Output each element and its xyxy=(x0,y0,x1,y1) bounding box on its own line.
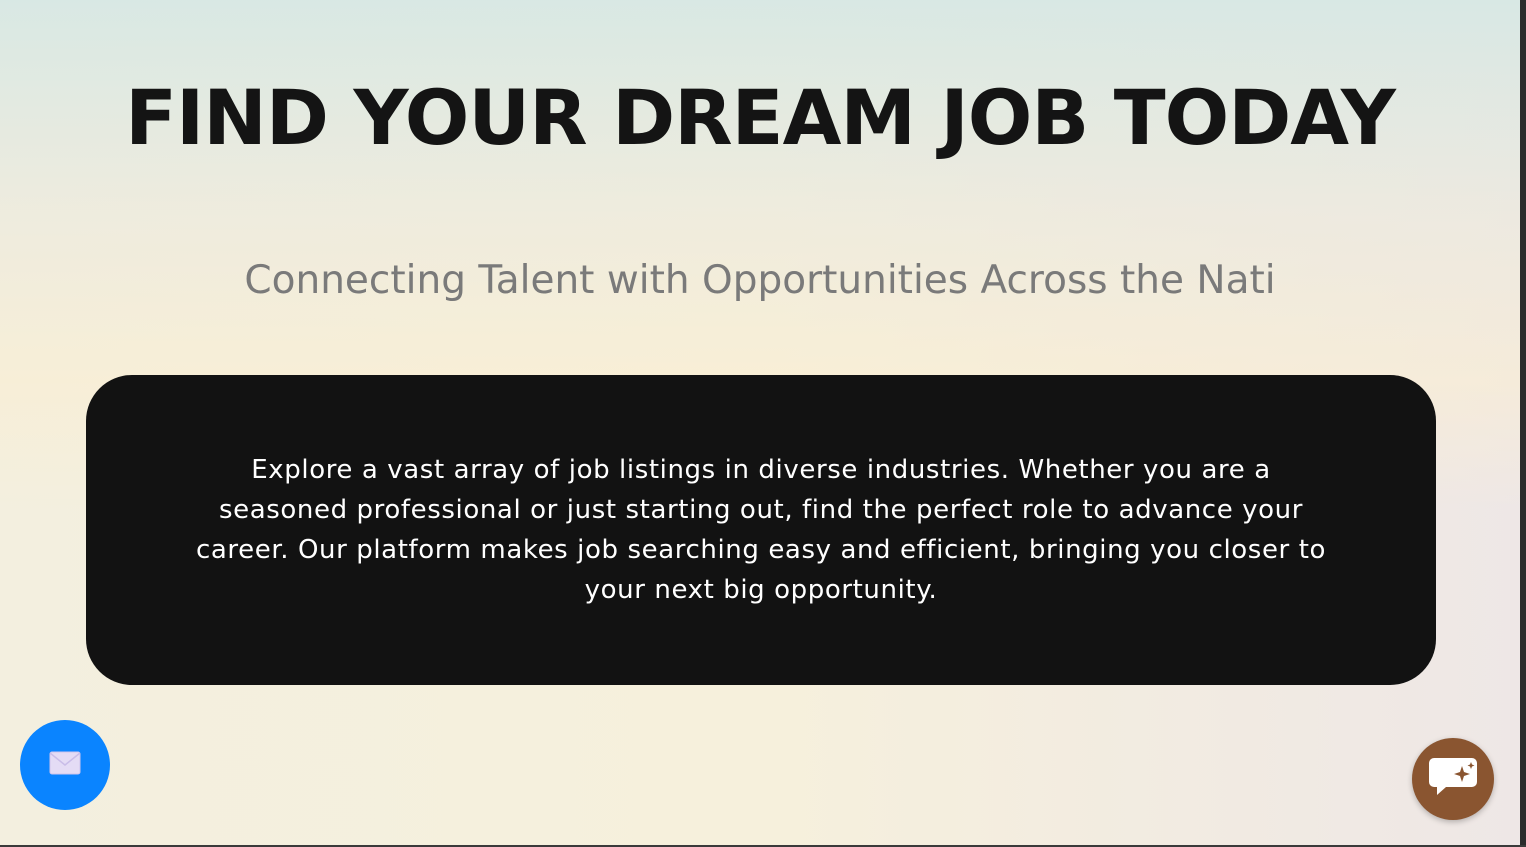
chat-sparkle-icon xyxy=(1428,756,1478,802)
chat-assistant-button[interactable] xyxy=(1412,738,1494,820)
page-title: FIND YOUR DREAM JOB TODAY xyxy=(125,73,1396,162)
info-card: Explore a vast array of job listings in … xyxy=(86,375,1436,685)
page-subtitle: Connecting Talent with Opportunities Acr… xyxy=(244,258,1276,303)
landing-page: FIND YOUR DREAM JOB TODAY Connecting Tal… xyxy=(0,0,1520,845)
contact-mail-button[interactable] xyxy=(20,720,110,810)
window-edge xyxy=(1520,0,1526,847)
envelope-icon xyxy=(49,751,81,779)
info-card-text: Explore a vast array of job listings in … xyxy=(195,455,1327,605)
